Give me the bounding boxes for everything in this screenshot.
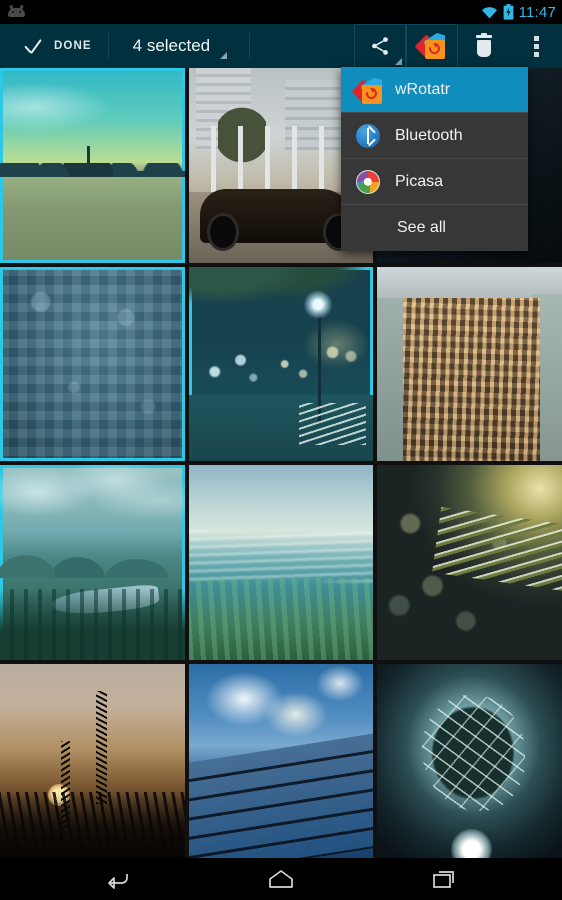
status-bar-notifications: [8, 4, 481, 19]
photo-snowy-branch: [377, 465, 562, 660]
delete-action-button[interactable]: [458, 24, 510, 68]
photo-glass-building: [188, 663, 374, 858]
home-icon: [269, 870, 293, 888]
photo-aerial-cityscape: [377, 266, 562, 461]
share-menu-label-wrotatr: wRotatr: [395, 80, 451, 98]
share-menu-item-wrotatr[interactable]: wRotatr: [341, 67, 528, 112]
share-icon: [372, 37, 388, 55]
gallery-thumbnail[interactable]: [0, 266, 185, 461]
gallery-thumbnail[interactable]: [377, 465, 562, 660]
share-dropdown-menu[interactable]: wRotatr Bluetooth Picasa See all: [341, 67, 528, 251]
done-button[interactable]: DONE: [0, 24, 108, 68]
photo-shattered-glass: [377, 663, 562, 858]
triangle-down-icon: [220, 52, 228, 59]
overflow-action-button[interactable]: [510, 24, 562, 68]
photo-sunset-wheat: [0, 663, 185, 858]
action-bar: DONE 4 selected: [0, 24, 562, 68]
share-menu-item-see-all[interactable]: See all: [341, 205, 528, 251]
gallery-thumbnail[interactable]: [377, 266, 562, 461]
nav-home-button[interactable]: [258, 858, 304, 900]
action-bar-divider-2: [249, 33, 251, 59]
picasa-icon: [355, 169, 381, 195]
back-arrow-icon: [108, 874, 128, 889]
gallery-thumbnail[interactable]: [0, 465, 185, 660]
checkmark-icon: [22, 36, 43, 57]
selection-count-label: 4 selected: [132, 36, 211, 55]
done-label: DONE: [54, 40, 92, 52]
photo-green-field: [0, 68, 185, 263]
android-mascot-icon: [8, 4, 25, 19]
nav-recents-button[interactable]: [422, 858, 468, 900]
gallery-thumbnail[interactable]: [188, 266, 374, 461]
photo-night-park-lamp: [188, 266, 374, 461]
navigation-bar: [0, 858, 562, 900]
status-bar-clock: 11:47: [518, 3, 556, 21]
share-menu-label-see-all: See all: [397, 219, 446, 236]
photo-pixel-mosaic: [0, 266, 185, 461]
share-action-button[interactable]: [354, 24, 406, 68]
status-bar-system-icons: 11:47: [481, 4, 556, 21]
gallery-thumbnail[interactable]: [188, 663, 374, 858]
nav-back-button[interactable]: [94, 858, 140, 900]
wrotatr-app-icon: [414, 32, 446, 60]
share-menu-label-picasa: Picasa: [395, 172, 444, 190]
share-menu-label-bluetooth: Bluetooth: [395, 126, 463, 144]
wrotatr-action-button[interactable]: [406, 24, 458, 68]
trash-icon: [474, 32, 494, 58]
recents-icon: [433, 871, 454, 888]
gallery-thumbnail[interactable]: [0, 68, 185, 263]
selection-count-dropdown[interactable]: 4 selected: [109, 24, 250, 68]
photo-water-surface: [188, 465, 374, 660]
share-dropdown-arrow-icon: [395, 58, 402, 65]
wifi-icon: [481, 7, 497, 19]
photo-mountain-lake: [0, 465, 185, 660]
android-gallery-screen: 11:47 DONE 4 selected wRotatr 🗘 Bluetoot…: [0, 0, 562, 900]
wrotatr-app-icon: [351, 77, 382, 104]
share-menu-item-picasa[interactable]: Picasa: [341, 159, 528, 204]
battery-charging-icon: [503, 4, 513, 20]
overflow-menu-icon: [533, 35, 539, 57]
share-menu-item-bluetooth[interactable]: Bluetooth: [341, 113, 528, 158]
gallery-thumbnail[interactable]: [0, 663, 185, 858]
gallery-thumbnail[interactable]: [188, 465, 374, 660]
bluetooth-icon: [355, 123, 381, 149]
status-bar: 11:47: [0, 0, 562, 24]
gallery-thumbnail[interactable]: [377, 663, 562, 858]
